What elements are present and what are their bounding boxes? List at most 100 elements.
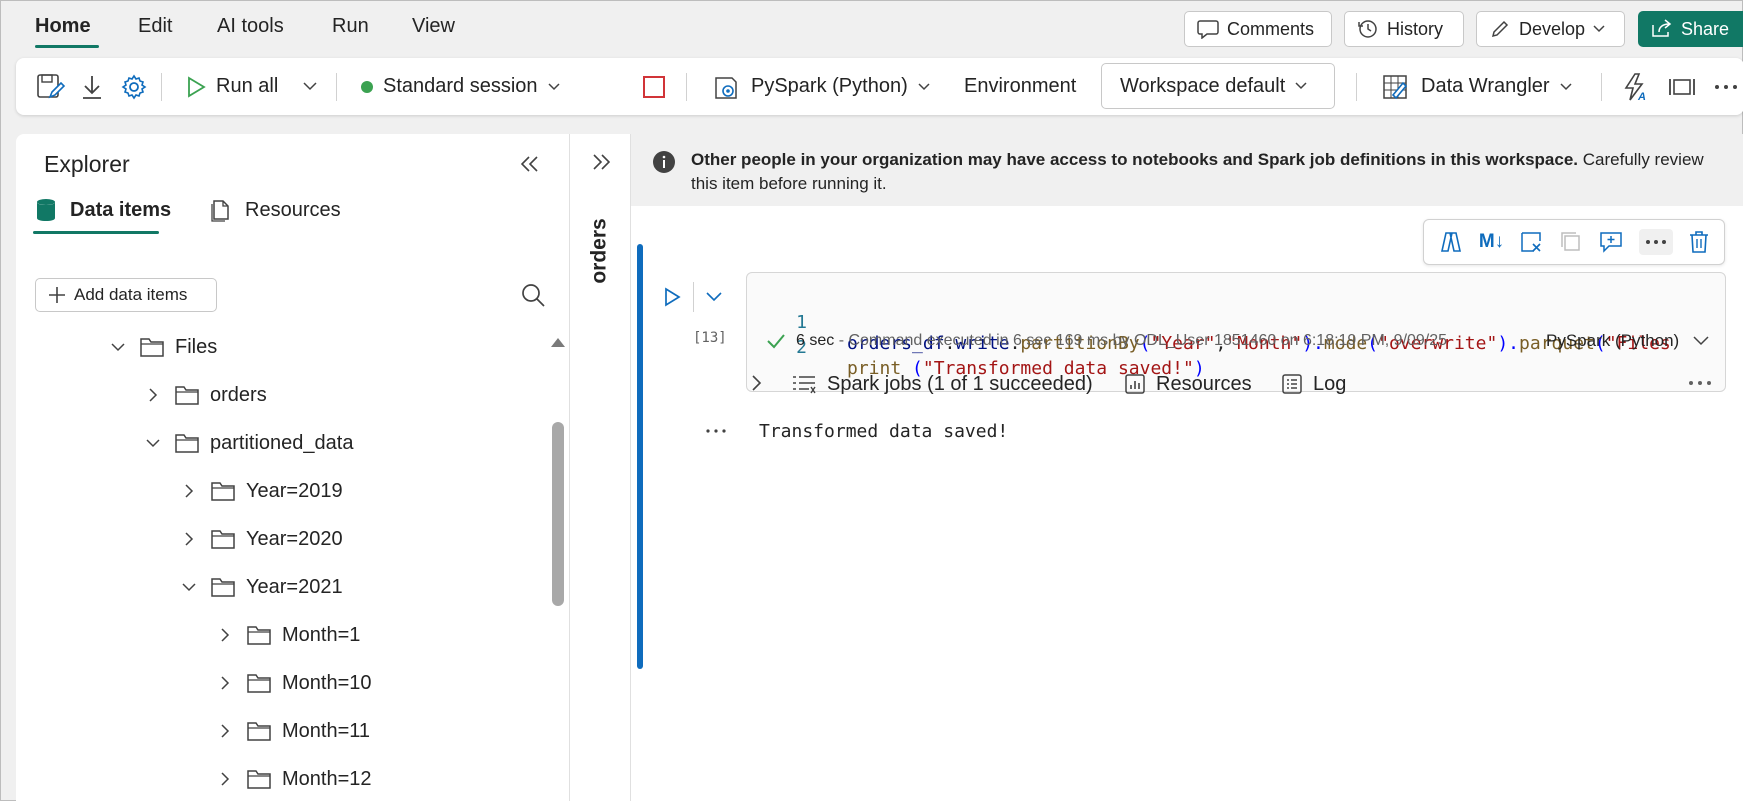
tree-item-month-10[interactable]: Month=10: [214, 663, 372, 703]
ribbon-toolbar: Run all Standard session PySpark (Python…: [16, 58, 1743, 115]
tab-run[interactable]: Run: [332, 15, 369, 45]
run-all-button[interactable]: Run all: [186, 58, 278, 115]
chevron-down-icon: [548, 82, 560, 91]
save-edit-icon[interactable]: [36, 58, 66, 115]
comment-add-icon[interactable]: [1598, 230, 1624, 254]
tree-item-year-2019[interactable]: Year=2019: [178, 471, 343, 511]
add-data-items-button[interactable]: Add data items: [35, 278, 217, 312]
tree-item-files[interactable]: Files: [107, 327, 217, 367]
session-dropdown[interactable]: Standard session: [361, 58, 560, 115]
execution-time: 6 sec: [796, 332, 835, 349]
chevron-right-icon: [214, 628, 236, 642]
spark-jobs-button[interactable]: Spark jobs (1 of 1 succeeded): [791, 370, 1093, 398]
history-button[interactable]: History: [1344, 11, 1464, 47]
tree-item-month-11[interactable]: Month=11: [214, 711, 370, 751]
job-list-icon: [791, 373, 817, 395]
folder-icon: [139, 336, 165, 358]
tab-home[interactable]: Home: [35, 15, 91, 45]
tree-item-orders[interactable]: orders: [142, 375, 267, 415]
environment-dropdown[interactable]: Workspace default: [1101, 63, 1335, 109]
document-icon: [211, 198, 231, 222]
tab-resources[interactable]: Resources: [211, 190, 341, 230]
share-button[interactable]: Share: [1638, 11, 1743, 47]
copilot-lightning-icon[interactable]: A: [1621, 58, 1649, 115]
resources-label: Resources: [245, 198, 341, 221]
data-wrangler-dropdown[interactable]: Data Wrangler: [1381, 58, 1572, 115]
output-ellipsis-icon[interactable]: [705, 428, 727, 434]
clear-output-icon[interactable]: [1519, 230, 1543, 254]
scrollbar-thumb[interactable]: [552, 422, 564, 606]
log-label: Log: [1313, 372, 1347, 395]
cell-language-dropdown[interactable]: PySpark (Python): [1546, 329, 1709, 353]
folder-icon: [210, 528, 236, 550]
folder-icon: [246, 768, 272, 790]
tree-item-year-2020[interactable]: Year=2020: [178, 519, 343, 559]
collapse-explorer-icon[interactable]: [521, 156, 539, 172]
data-items-tab-indicator: [33, 231, 159, 234]
markdown-icon[interactable]: M↓: [1479, 231, 1504, 253]
chevron-right-icon: [214, 724, 236, 738]
download-icon[interactable]: [81, 58, 103, 115]
chevron-right-icon: [178, 532, 200, 546]
expand-panel-icon[interactable]: [592, 154, 610, 170]
tab-edit[interactable]: Edit: [138, 15, 172, 45]
tab-view[interactable]: View: [412, 15, 455, 45]
copy-cell-icon[interactable]: [1559, 230, 1583, 254]
add-data-items-label: Add data items: [74, 285, 188, 304]
language-dropdown[interactable]: PySpark (Python): [713, 58, 930, 115]
comments-button[interactable]: Comments: [1184, 11, 1332, 47]
tree-item-partitioned-data[interactable]: partitioned_data: [142, 423, 353, 463]
tree-item-label: Files: [175, 335, 218, 358]
active-cell-indicator: [637, 244, 643, 669]
workspace-warning-banner: Other people in your organization may ha…: [631, 134, 1743, 206]
log-button[interactable]: Log: [1281, 370, 1346, 398]
cell-language-label: PySpark (Python): [1546, 331, 1680, 350]
tab-ai-tools[interactable]: AI tools: [217, 15, 284, 45]
expand-spark-jobs-icon[interactable]: [752, 375, 762, 391]
pencil-icon: [1489, 18, 1511, 40]
stop-session-icon[interactable]: [643, 58, 665, 115]
tree-item-label: partitioned_data: [210, 431, 354, 454]
tree-item-label: Month=10: [282, 671, 372, 694]
cell-resources-button[interactable]: Resources: [1124, 370, 1252, 398]
run-options-chevron-icon[interactable]: [706, 292, 722, 302]
chevron-right-icon: [178, 484, 200, 498]
output-more-icon[interactable]: [1688, 380, 1712, 386]
spark-jobs-label: Spark jobs (1 of 1 succeeded): [827, 372, 1093, 395]
scroll-up-arrow[interactable]: [551, 338, 565, 347]
tree-item-label: Year=2020: [246, 527, 343, 550]
language-gear-icon: [713, 73, 741, 101]
settings-icon[interactable]: [120, 58, 148, 115]
copilot-icon[interactable]: [1438, 230, 1464, 254]
tree-item-year-2021[interactable]: Year=2021: [178, 567, 343, 607]
svg-text:A: A: [1637, 91, 1646, 102]
tab-data-items[interactable]: Data items: [36, 190, 171, 230]
delete-icon[interactable]: [1688, 230, 1710, 254]
environment-value: Workspace default: [1120, 74, 1286, 97]
more-options-icon[interactable]: [1639, 229, 1674, 255]
notebook-area: Other people in your organization may ha…: [631, 134, 1743, 801]
chevron-down-icon: [178, 582, 200, 592]
search-icon[interactable]: [520, 282, 546, 308]
cell-toolbar: M↓: [1423, 219, 1725, 265]
session-status-dot: [361, 80, 373, 93]
tree-item-month-12[interactable]: Month=12: [214, 759, 372, 799]
cell-resources-label: Resources: [1156, 372, 1252, 395]
fullscreen-icon[interactable]: [1668, 58, 1696, 115]
more-options-icon[interactable]: [1714, 58, 1738, 115]
folder-icon: [210, 576, 236, 598]
run-cell-icon[interactable]: [663, 287, 681, 307]
banner-bold-text: Other people in your organization may ha…: [691, 150, 1579, 169]
side-panel-label-container[interactable]: orders: [585, 206, 615, 296]
run-all-chevron-icon[interactable]: [303, 58, 317, 115]
folder-icon: [174, 384, 200, 406]
tree-item-month-1[interactable]: Month=1: [214, 615, 360, 655]
explorer-panel: Explorer Data items Resources Add data i…: [16, 134, 569, 801]
code-line-1: 1 orders_df.write.partitionBy("Year","Mo…: [747, 291, 1671, 354]
run-all-label: Run all: [216, 75, 279, 97]
develop-dropdown[interactable]: Develop: [1476, 11, 1625, 47]
folder-icon: [174, 432, 200, 454]
folder-icon: [246, 720, 272, 742]
plus-icon: [48, 286, 66, 304]
tree-item-label: Month=12: [282, 767, 372, 790]
